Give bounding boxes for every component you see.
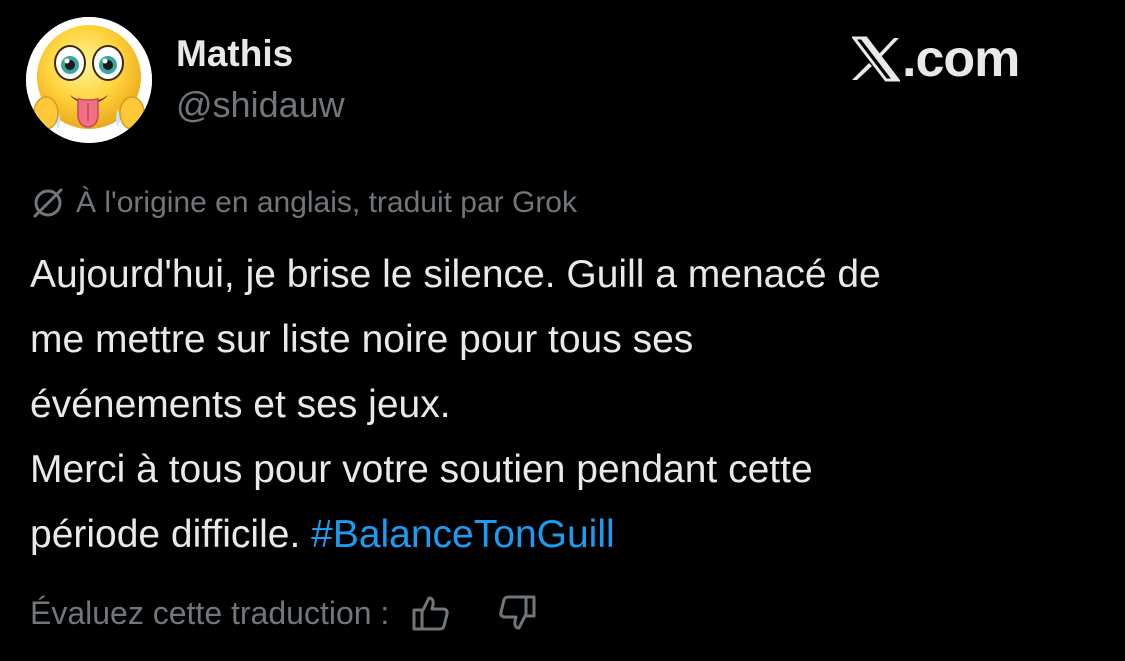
translation-note-text: À l'origine en anglais, traduit par Grok <box>76 186 577 219</box>
thumbs-up-icon <box>412 596 449 631</box>
tweet-text-last: période difficile. <box>30 513 312 556</box>
thumbs-down-button[interactable] <box>493 589 541 637</box>
thumbs-down-icon <box>499 595 536 630</box>
tweet-text: Aujourd'hui, je brise le silence. Guill … <box>30 242 1110 567</box>
author-handle[interactable]: @shidauw <box>176 84 345 126</box>
tweet-text-line: Aujourd'hui, je brise le silence. Guill … <box>30 253 881 296</box>
translate-icon <box>33 188 63 218</box>
drooling-emoji-avatar-icon <box>26 17 152 143</box>
hashtag-link[interactable]: #BalanceTonGuill <box>311 513 615 556</box>
tweet-text-line: événements et ses jeux. <box>30 383 451 426</box>
tweet-text-line: Merci à tous pour votre soutien pendant … <box>30 448 813 491</box>
tweet-text-line: période difficile. #BalanceTonGuill <box>30 502 1110 567</box>
author-name[interactable]: Mathis <box>176 33 293 75</box>
thumbs-up-button[interactable] <box>407 589 455 637</box>
tweet-card: Mathis @shidauw .com À l'origine en angl… <box>0 0 1125 661</box>
brand-watermark: .com <box>852 30 1020 88</box>
avatar[interactable] <box>26 17 152 143</box>
rate-translation-label: Évaluez cette traduction : <box>30 595 390 631</box>
x-logo-icon <box>852 36 900 82</box>
brand-text: .com <box>902 30 1020 88</box>
translation-note: À l'origine en anglais, traduit par Grok <box>30 182 577 224</box>
rate-translation: Évaluez cette traduction : <box>30 589 541 637</box>
tweet-text-line: me mettre sur liste noire pour tous ses <box>30 318 694 361</box>
